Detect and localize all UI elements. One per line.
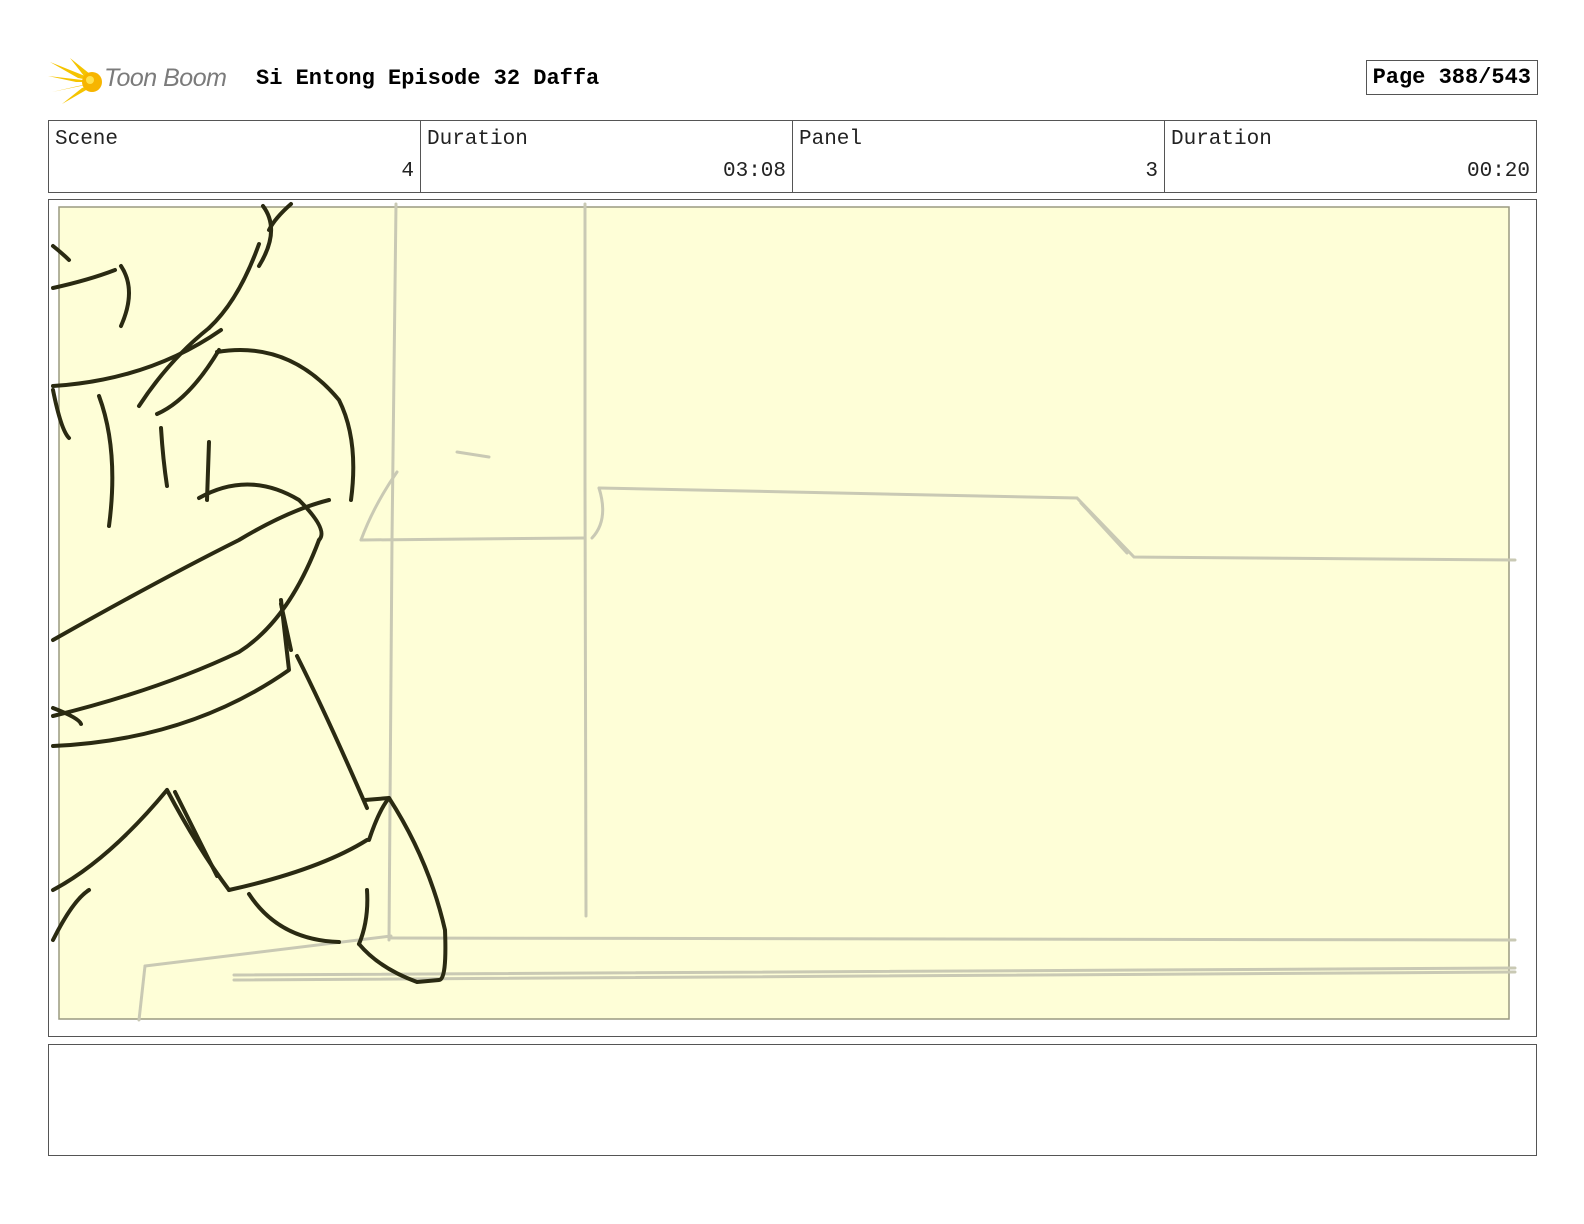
document-title: Si Entong Episode 32 Daffa — [256, 66, 600, 91]
scene-info-row: Scene 4 Duration 03:08 Panel 3 Duration … — [48, 120, 1537, 193]
scene-cell: Scene 4 — [49, 121, 421, 192]
scene-duration-cell: Duration 03:08 — [421, 121, 793, 192]
toon-boom-logo: Toon Boom — [48, 56, 238, 106]
panel-cell: Panel 3 — [793, 121, 1165, 192]
panel-duration-label: Duration — [1171, 128, 1272, 151]
panel-value: 3 — [1145, 160, 1158, 183]
scene-value: 4 — [401, 160, 414, 183]
page-header: Toon Boom Si Entong Episode 32 Daffa Pag… — [48, 52, 1538, 110]
scene-duration-label: Duration — [427, 128, 528, 151]
scene-label: Scene — [55, 128, 119, 151]
page-indicator: Page 388/543 — [1365, 60, 1538, 95]
storyboard-panel — [48, 199, 1537, 1037]
panel-duration-cell: Duration 00:20 — [1165, 121, 1536, 192]
safe-area-frame — [58, 206, 1510, 1020]
scene-duration-value: 03:08 — [722, 160, 786, 183]
starburst-icon — [48, 58, 102, 104]
panel-duration-value: 00:20 — [1466, 160, 1530, 183]
panel-label: Panel — [799, 128, 863, 151]
panel-sketch — [51, 202, 1517, 1022]
logo-wordmark: Toon Boom — [104, 64, 227, 92]
panel-notes — [48, 1044, 1537, 1156]
